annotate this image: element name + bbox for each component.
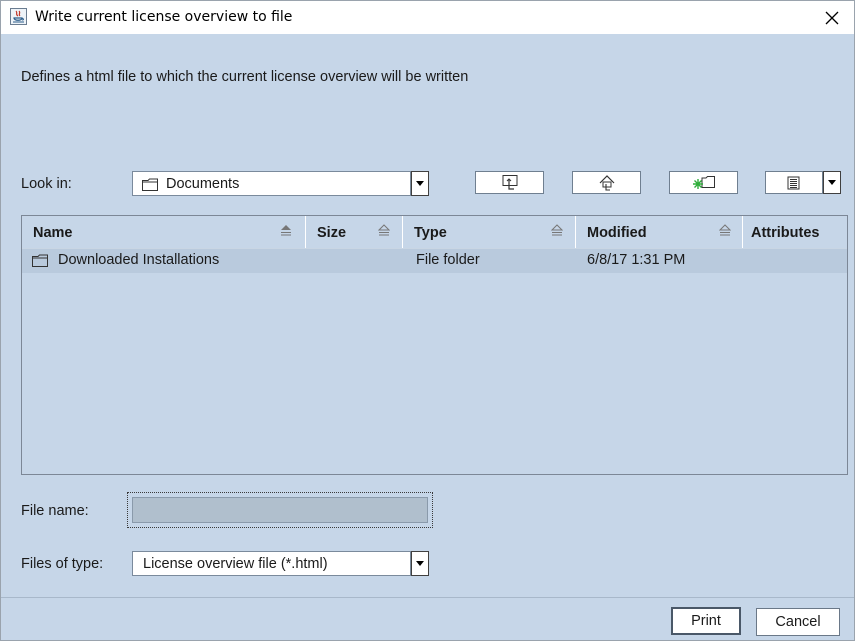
sort-icon	[551, 224, 563, 236]
look-in-label: Look in:	[21, 176, 72, 192]
folder-icon	[142, 178, 158, 191]
chevron-down-icon	[828, 180, 836, 185]
folder-icon	[32, 254, 48, 267]
table-row[interactable]: Downloaded Installations File folder 6/8…	[22, 249, 847, 273]
file-name-focus-ring	[127, 492, 433, 528]
files-of-type-value: License overview file (*.html)	[143, 556, 328, 572]
close-icon	[825, 11, 839, 24]
button-bar-separator	[1, 597, 854, 598]
files-of-type-label: Files of type:	[21, 556, 104, 572]
look-in-value: Documents	[166, 176, 240, 192]
file-name-input[interactable]	[132, 497, 428, 523]
chevron-down-icon	[416, 181, 424, 186]
file-list-table[interactable]: Name Size Type Modified Attributes Downl…	[21, 215, 848, 475]
up-folder-icon	[502, 174, 517, 190]
home-icon	[599, 174, 614, 191]
cell-size	[306, 249, 403, 273]
new-folder-icon	[692, 175, 715, 189]
files-of-type-dropdown-button[interactable]	[411, 551, 429, 576]
cell-type: File folder	[416, 252, 480, 268]
column-header-type[interactable]: Type	[403, 216, 576, 248]
cancel-button[interactable]: Cancel	[756, 608, 840, 636]
files-of-type-combo[interactable]: License overview file (*.html)	[132, 551, 411, 576]
cell-attributes	[743, 249, 847, 273]
window-title: Write current license overview to file	[35, 9, 293, 25]
file-chooser-dialog: Write current license overview to file D…	[0, 0, 855, 641]
column-header-modified[interactable]: Modified	[576, 216, 743, 248]
print-button[interactable]: Print	[671, 607, 741, 635]
file-name-label: File name:	[21, 503, 89, 519]
list-view-icon	[787, 176, 800, 189]
view-menu-button[interactable]	[765, 171, 823, 194]
dialog-description: Defines a html file to which the current…	[21, 69, 469, 85]
home-button[interactable]	[572, 171, 641, 194]
title-bar[interactable]: Write current license overview to file	[1, 1, 854, 34]
up-one-level-button[interactable]	[475, 171, 544, 194]
new-folder-button[interactable]	[669, 171, 738, 194]
chevron-down-icon	[416, 561, 424, 566]
cell-name: Downloaded Installations	[22, 249, 306, 273]
sort-icon	[378, 224, 390, 236]
look-in-dropdown-button[interactable]	[411, 171, 429, 196]
column-header-attributes[interactable]: Attributes	[743, 216, 847, 248]
table-header: Name Size Type Modified Attributes	[22, 216, 847, 249]
close-button[interactable]	[812, 1, 852, 34]
column-header-name[interactable]: Name	[22, 216, 306, 248]
sort-icon	[281, 225, 291, 236]
cell-modified: 6/8/17 1:31 PM	[587, 252, 686, 268]
view-menu-dropdown-button[interactable]	[823, 171, 841, 194]
java-app-icon	[10, 8, 27, 25]
look-in-combo[interactable]: Documents	[132, 171, 411, 196]
sort-icon	[719, 224, 731, 236]
column-header-size[interactable]: Size	[306, 216, 403, 248]
